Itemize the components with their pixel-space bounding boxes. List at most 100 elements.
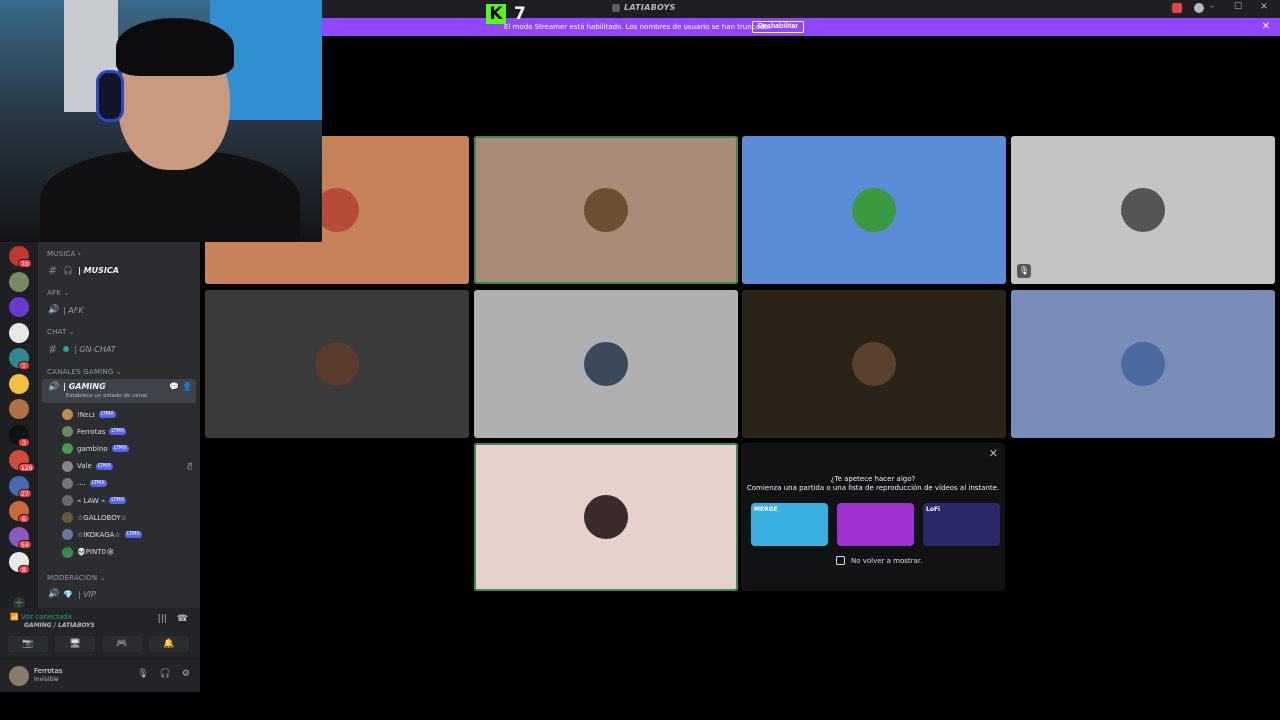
category-canales-gaming[interactable]: CANALES GAMING ⌄ — [47, 368, 122, 376]
mention-badge: 3 — [18, 437, 30, 447]
participant-tile[interactable] — [742, 290, 1006, 438]
noise-suppression-icon[interactable]: ||| — [158, 614, 167, 624]
headphones-icon: 🎧 — [63, 265, 73, 275]
soundboard-button[interactable]: 🔔 — [149, 636, 189, 652]
server-icon[interactable] — [9, 271, 29, 292]
category-label: MODERACION — [47, 574, 98, 582]
clan-tag: LTMX — [111, 445, 129, 453]
activity-subtitle: Comienza una partida o una lista de repr… — [746, 484, 1000, 492]
participant-tile[interactable] — [1011, 290, 1275, 438]
avatar — [584, 495, 628, 539]
username[interactable]: Ferrotas — [34, 667, 62, 675]
activity-close-icon[interactable]: ✕ — [989, 447, 998, 460]
camera-button[interactable]: 📷 — [8, 636, 48, 652]
category-moderacion[interactable]: MODERACION ⌄ — [47, 574, 106, 582]
category-chat[interactable]: CHAT ⌄ — [47, 328, 75, 336]
mention-badge: 6 — [18, 514, 30, 523]
avatar — [584, 188, 628, 232]
voice-user[interactable]: .... LTMX — [62, 476, 198, 491]
voice-user-name: ☆GALLOBOY☆ — [77, 513, 127, 522]
user-status: Invisible — [34, 676, 59, 683]
server-icon[interactable] — [9, 322, 29, 343]
activity-card[interactable]: MERGE — [751, 503, 828, 546]
category-label: MUSICA — [47, 250, 76, 258]
voice-user-name: 💀PINT0🕸 — [77, 548, 115, 557]
inbox-icon[interactable] — [1172, 3, 1182, 13]
dont-show-again-checkbox[interactable]: No volver a mostrar. — [836, 556, 922, 565]
server-icon[interactable] — [9, 373, 29, 394]
activity-title: ¿Te apetece hacer algo? — [830, 475, 916, 483]
window-title: LATIABOYS — [612, 3, 676, 12]
minimize-button[interactable]: – — [1206, 2, 1218, 12]
activity-card[interactable] — [837, 503, 914, 546]
voice-connected-status: 📶 Voz conectada — [10, 613, 72, 621]
server-icon — [612, 3, 620, 12]
channel-label: | GAMING — [63, 382, 106, 391]
voice-user-name: !Nᴇʟɪ — [77, 410, 95, 419]
voice-channel-path[interactable]: GAMING / LATIABOYS — [24, 622, 95, 629]
server-icon[interactable] — [9, 399, 29, 419]
activity-cards: MERGE LoFi — [751, 503, 1000, 546]
disable-streamer-mode-button[interactable]: Deshabilitar — [752, 21, 805, 33]
voice-user[interactable]: Ferrotas LTMX — [62, 424, 198, 439]
help-icon[interactable] — [1194, 3, 1204, 13]
activity-suggestion-card: ✕ ¿Te apetece hacer algo? Comienza una p… — [741, 443, 1005, 591]
checkbox-box[interactable] — [836, 556, 845, 565]
participant-tile[interactable]: 🎙 — [1011, 136, 1275, 284]
headphones-icon[interactable]: 🎧 — [160, 669, 171, 679]
channel-chat-invite-icons[interactable]: 💬 👤 — [169, 382, 192, 391]
server-icon[interactable] — [9, 297, 29, 317]
channel-musica[interactable]: # 🎧 | MUSICA — [42, 261, 196, 279]
avatar — [852, 342, 896, 386]
microphone-icon[interactable]: 🎙 — [137, 669, 148, 679]
avatar — [62, 546, 73, 558]
muted-mic-icon: 🎙̸ — [187, 462, 192, 471]
voice-user-name: ⌁ LAW ⌁ — [77, 496, 106, 505]
text-channel-icon: # — [48, 263, 58, 277]
dont-show-again-label: No volver a mostrar. — [851, 556, 923, 565]
avatar — [584, 342, 628, 386]
channel-gn-chat[interactable]: # | GN-CHAT — [42, 340, 196, 358]
participant-tile[interactable] — [474, 443, 738, 591]
voice-user[interactable]: !Nᴇʟɪ LTMX — [62, 407, 198, 422]
voice-user[interactable]: Vale LTMX 🎙̸ — [62, 459, 198, 474]
kick-logo: K — [486, 4, 506, 24]
voice-user[interactable]: 💀PINT0🕸 — [62, 545, 198, 560]
activities-button[interactable]: 🎮 — [102, 636, 142, 652]
channel-status[interactable]: Establece un estado de canal — [66, 393, 147, 399]
channel-gaming[interactable]: 🔊 | GAMING Establece un estado de canal … — [42, 379, 196, 403]
avatar — [852, 188, 896, 232]
clan-tag: LTMX — [124, 531, 142, 539]
maximize-button[interactable]: ☐ — [1232, 2, 1244, 12]
participant-tile[interactable] — [205, 290, 469, 438]
gear-icon[interactable]: ⚙ — [182, 669, 190, 679]
banner-close-icon[interactable]: ✕ — [1262, 21, 1270, 32]
category-label: CANALES GAMING — [47, 368, 114, 376]
clan-tag: LTMX — [95, 462, 113, 470]
channel-afk[interactable]: 🔊 | AFK — [42, 301, 196, 319]
participant-tile[interactable] — [474, 136, 738, 284]
voice-user[interactable]: ☆GALLOBOY☆ — [62, 510, 198, 525]
discord-app: LATIABOYS – ☐ ✕ El modo Streamer está ha… — [0, 0, 1280, 720]
avatar[interactable] — [9, 666, 29, 686]
participant-tile[interactable] — [474, 290, 738, 438]
category-afk[interactable]: AFK ⌄ — [47, 289, 70, 297]
avatar — [315, 342, 359, 386]
user-controls: 🎙 🎧 ⚙ — [137, 669, 190, 679]
voice-user[interactable]: ☆IKOKAGA☆ LTMX — [62, 527, 198, 542]
voice-user[interactable]: ⌁ LAW ⌁ LTMX — [62, 493, 198, 508]
diamond-icon: 💎 — [63, 589, 73, 599]
voice-user[interactable]: gambino LTMX — [62, 441, 198, 456]
avatar — [62, 512, 73, 524]
participant-tile[interactable] — [742, 136, 1006, 284]
user-panel: Ferrotas Invisible 🎙 🎧 ⚙ — [0, 658, 200, 692]
close-window-button[interactable]: ✕ — [1258, 2, 1270, 12]
disconnect-icon[interactable]: ☎ — [177, 614, 188, 624]
category-musica[interactable]: MUSICA › — [47, 250, 81, 258]
webcam-person-hair — [116, 18, 234, 76]
channel-vip[interactable]: 🔊 💎 | VIP — [42, 585, 196, 603]
titlebar-icons — [1172, 3, 1204, 13]
screen-share-button[interactable]: 🖥 — [55, 636, 95, 652]
activity-card[interactable]: LoFi — [923, 503, 1000, 546]
muted-mic-icon: 🎙 — [1017, 264, 1031, 278]
